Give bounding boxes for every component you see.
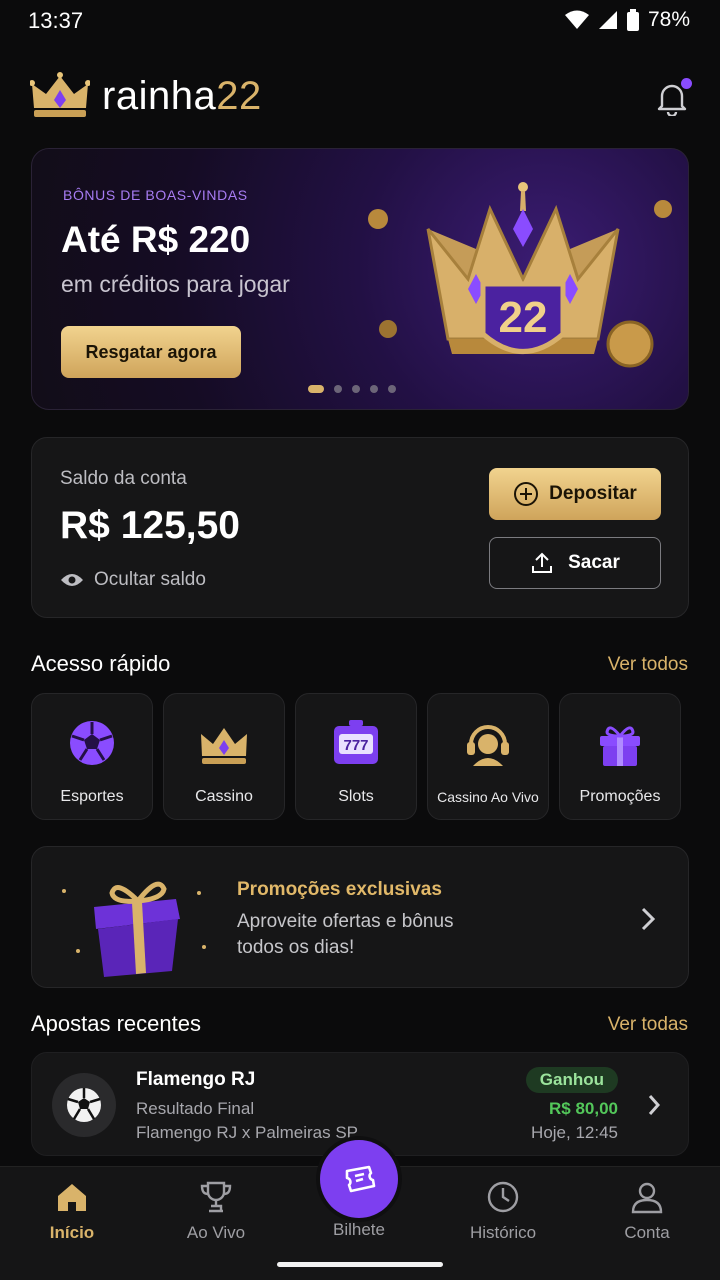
bet-status-badge: Ganhou xyxy=(525,1067,618,1093)
bet-slip-button[interactable] xyxy=(320,1140,398,1218)
soccer-ball-icon xyxy=(70,721,114,765)
bet-time: Hoje, 12:45 xyxy=(531,1123,618,1142)
balance-card: Saldo da conta R$ 125,50 Ocultar saldo D… xyxy=(31,437,689,618)
banner-title: Até R$ 220 xyxy=(61,219,251,260)
ticket-icon xyxy=(345,1165,376,1193)
status-time: 13:37 xyxy=(28,8,84,33)
chevron-right-icon xyxy=(648,1095,661,1115)
battery-level: 78% xyxy=(647,8,690,31)
status-bar: 13:37 78% xyxy=(0,0,720,44)
promo-text: Aproveite ofertas e bônus todos os dias! xyxy=(237,911,454,958)
user-icon xyxy=(631,1182,663,1214)
tab-history[interactable]: Histórico xyxy=(448,1179,558,1249)
carousel-dot[interactable] xyxy=(352,385,360,393)
tab-account[interactable]: Conta xyxy=(592,1179,702,1249)
carousel-dot[interactable] xyxy=(308,385,324,393)
exclusive-promotions-card[interactable]: Promoções exclusivas Aproveite ofertas e… xyxy=(31,846,689,988)
tab-home[interactable]: Início xyxy=(17,1179,127,1249)
carousel-indicator[interactable] xyxy=(308,385,396,393)
quick-access-sports[interactable]: Esportes xyxy=(31,693,153,820)
hide-balance-label: Ocultar saldo xyxy=(94,569,206,590)
app-header: rainha22 xyxy=(0,64,720,134)
bet-team: Flamengo RJ xyxy=(136,1069,256,1090)
claim-bonus-button[interactable]: Resgatar agora xyxy=(61,326,241,378)
brand-name: rainha22 xyxy=(102,74,262,118)
quick-access-live-casino[interactable]: Cassino Ao Vivo xyxy=(427,693,549,820)
hide-balance-toggle[interactable]: Ocultar saldo xyxy=(60,569,206,591)
banner-eyebrow: BÔNUS DE BOAS-VINDAS xyxy=(63,187,248,203)
tab-live[interactable]: Ao Vivo xyxy=(161,1179,271,1249)
gift-icon xyxy=(600,726,640,766)
recent-bets-title: Apostas recentes xyxy=(31,1011,201,1036)
eye-icon xyxy=(61,574,83,586)
banner-subtitle: em créditos para jogar xyxy=(61,271,290,297)
balance-amount: R$ 125,50 xyxy=(60,504,240,547)
clock-icon xyxy=(487,1181,519,1213)
quick-access-casino[interactable]: Cassino xyxy=(163,693,285,820)
trophy-icon xyxy=(200,1181,232,1213)
plus-circle-icon xyxy=(514,482,539,506)
quick-access-slots[interactable]: 777 Slots xyxy=(295,693,417,820)
wifi-icon xyxy=(564,10,589,29)
carousel-dot[interactable] xyxy=(370,385,378,393)
gift-illustration xyxy=(62,881,206,977)
quick-access-grid: Esportes Cassino 777 Slots Cassino Ao Vi… xyxy=(31,693,689,820)
soccer-ball-icon xyxy=(52,1073,116,1137)
home-indicator[interactable] xyxy=(277,1262,443,1267)
balance-label: Saldo da conta xyxy=(60,468,187,489)
chevron-right-icon xyxy=(641,907,656,931)
signal-icon xyxy=(598,11,617,29)
slot-machine-icon: 777 xyxy=(334,720,378,764)
crown-illustration: 22 xyxy=(368,182,672,368)
carousel-dot[interactable] xyxy=(388,385,396,393)
deposit-button[interactable]: Depositar xyxy=(489,468,661,520)
quick-access-title: Acesso rápido xyxy=(31,651,171,676)
bet-market: Resultado Final xyxy=(136,1099,255,1118)
quick-access-promotions[interactable]: Promoções xyxy=(559,693,681,820)
quick-access-see-all-link[interactable]: Ver todos xyxy=(608,654,688,676)
bet-amount: R$ 80,00 xyxy=(549,1099,618,1118)
upload-icon xyxy=(532,552,553,573)
bet-slip-label: Bilhete xyxy=(333,1220,385,1239)
battery-icon xyxy=(626,9,639,31)
withdraw-button[interactable]: Sacar xyxy=(489,537,661,589)
crown-logo-icon xyxy=(30,72,90,117)
recent-bets-see-all-link[interactable]: Ver todas xyxy=(608,1014,688,1036)
notification-dot xyxy=(681,78,692,89)
live-dealer-icon xyxy=(467,725,509,766)
crown-icon xyxy=(201,728,247,764)
svg-text:777: 777 xyxy=(343,737,368,754)
home-icon xyxy=(58,1184,86,1211)
carousel-dot[interactable] xyxy=(334,385,342,393)
crown-number: 22 xyxy=(499,293,548,342)
bet-match: Flamengo RJ x Palmeiras SP xyxy=(136,1123,359,1142)
promo-title: Promoções exclusivas xyxy=(237,879,442,900)
welcome-bonus-banner[interactable]: BÔNUS DE BOAS-VINDAS Até R$ 220 em crédi… xyxy=(31,148,689,410)
